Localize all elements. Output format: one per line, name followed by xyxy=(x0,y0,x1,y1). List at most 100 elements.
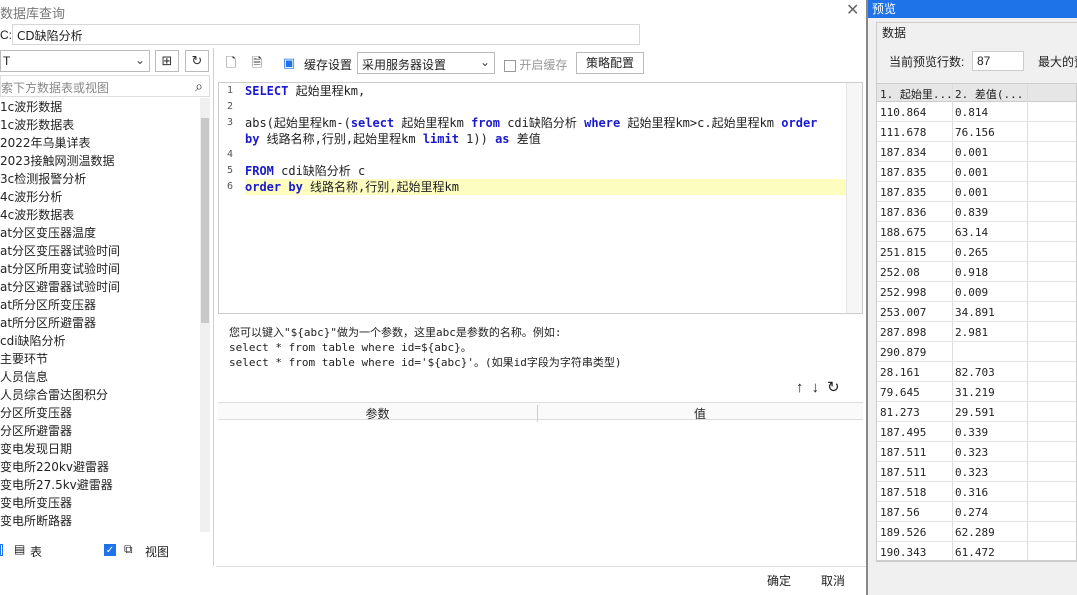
move-down-icon[interactable]: ↓ xyxy=(812,379,820,396)
table-list-item[interactable]: at所分区所避雷器 xyxy=(0,314,200,332)
table-list-item[interactable]: 1c波形数据 xyxy=(0,98,200,116)
table-list-item[interactable]: 4c波形数据表 xyxy=(0,206,200,224)
table-list-item[interactable]: at分区变压器温度 xyxy=(0,224,200,242)
line-number: 6 xyxy=(227,181,234,192)
preview-row[interactable]: 252.998 0.009 xyxy=(877,282,1076,302)
preview-row[interactable]: 188.675 63.14 xyxy=(877,222,1076,242)
sql-editor[interactable]: 1 2 3 4 5 6 SELECT 起始里程km, abs(起始里程km-(s… xyxy=(218,82,863,314)
preview-row[interactable]: 287.898 2.981 xyxy=(877,322,1076,342)
preview-row[interactable]: 190.343 61.472 xyxy=(877,542,1076,560)
code-line: abs(起始里程km-(select 起始里程km from cdi缺陷分析 w… xyxy=(245,116,818,130)
preview-row[interactable]: 111.678 76.156 xyxy=(877,122,1076,142)
edit-datasource-button[interactable]: ⊞ xyxy=(155,50,179,72)
table-list-item[interactable]: 1c波形数据表 xyxy=(0,116,200,134)
cancel-button[interactable]: 取消 xyxy=(813,570,853,590)
table-list-item[interactable]: at分区所用变试验时间 xyxy=(0,260,200,278)
cell-difference: 0.918 xyxy=(955,266,989,279)
preview-row[interactable]: 189.526 62.289 xyxy=(877,522,1076,542)
preview-row[interactable]: 187.835 0.001 xyxy=(877,182,1076,202)
preview-row[interactable]: 251.815 0.265 xyxy=(877,242,1076,262)
enable-cache-checkbox[interactable]: 开启缓存 xyxy=(504,56,567,73)
ok-button[interactable]: 确定 xyxy=(759,570,799,590)
sql-code[interactable]: SELECT 起始里程km, abs(起始里程km-(select 起始里程km… xyxy=(245,83,847,313)
close-icon[interactable]: ✕ xyxy=(846,0,859,20)
document-icon[interactable]: 🗎 xyxy=(248,54,266,72)
cell-start-km: 190.343 xyxy=(880,546,927,559)
chevron-down-icon: ⌄ xyxy=(134,53,145,67)
cache-server-select[interactable]: 采用服务器设置 ⌄ xyxy=(357,52,495,74)
policy-config-button[interactable]: 策略配置 xyxy=(576,52,644,74)
code-line: SELECT 起始里程km, xyxy=(245,84,366,98)
column-header[interactable]: 1. 起始里... xyxy=(880,86,953,102)
table-list-item[interactable]: cdi缺陷分析 xyxy=(0,332,200,350)
table-browser: T ⌄ ⊞ ↻ 索下方数据表或视图 ⌕ 1c波形数据 1c波形数据表 2022年乌巢… xyxy=(0,48,214,566)
chevron-down-icon: ⌄ xyxy=(479,55,490,69)
table-list-item[interactable]: at所分区所变压器 xyxy=(0,296,200,314)
editor-scrollbar[interactable] xyxy=(846,83,862,313)
preview-title: 预览 xyxy=(868,0,1077,18)
table-checkbox[interactable] xyxy=(0,544,3,556)
cache-server-value: 采用服务器设置 xyxy=(362,58,447,72)
table-icon: ▤ xyxy=(14,542,26,556)
table-list-item[interactable]: 变电所27.5kv避雷器 xyxy=(0,476,200,494)
cell-start-km: 28.161 xyxy=(880,366,920,379)
table-list-item[interactable]: 4c波形分析 xyxy=(0,188,200,206)
preview-row[interactable]: 79.645 31.219 xyxy=(877,382,1076,402)
preview-row[interactable]: 187.518 0.316 xyxy=(877,482,1076,502)
preview-icon[interactable]: 🗋 xyxy=(222,54,240,72)
preview-grid-header: 1. 起始里... 2. 差值(... xyxy=(877,84,1076,102)
table-list-scrollbar[interactable] xyxy=(200,98,210,532)
preview-row[interactable]: 187.495 0.339 xyxy=(877,422,1076,442)
refresh-button[interactable]: ↻ xyxy=(185,50,209,72)
cell-start-km: 81.273 xyxy=(880,406,920,419)
preview-row[interactable]: 110.864 0.814 xyxy=(877,102,1076,122)
column-header[interactable]: 2. 差值(... xyxy=(955,86,1023,102)
view-icon: ⧉ xyxy=(124,542,133,556)
edit-icon: ⊞ xyxy=(161,53,173,68)
preview-row[interactable]: 187.836 0.839 xyxy=(877,202,1076,222)
table-list-item[interactable]: at分区变压器试验时间 xyxy=(0,242,200,260)
preview-row[interactable]: 253.007 34.891 xyxy=(877,302,1076,322)
preview-row[interactable]: 290.879 xyxy=(877,342,1076,362)
move-up-icon[interactable]: ↑ xyxy=(796,379,804,396)
cell-difference: 34.891 xyxy=(955,306,995,319)
search-input[interactable]: 索下方数据表或视图 ⌕ xyxy=(0,75,210,97)
cell-difference: 31.219 xyxy=(955,386,995,399)
table-list-item[interactable]: 2022年乌巢详表 xyxy=(0,134,200,152)
table-list-item[interactable]: 人员信息 xyxy=(0,368,200,386)
save-icon[interactable]: ▣ xyxy=(280,54,298,72)
table-list-item[interactable]: 人员综合雷达图积分 xyxy=(0,386,200,404)
table-list-item[interactable]: 分区所变压器 xyxy=(0,404,200,422)
table-list-item[interactable]: 2023接触网测温数据 xyxy=(0,152,200,170)
table-list-item[interactable]: 变电所220kv避雷器 xyxy=(0,458,200,476)
preview-row[interactable]: 187.834 0.001 xyxy=(877,142,1076,162)
preview-row[interactable]: 28.161 82.703 xyxy=(877,362,1076,382)
refresh-icon: ↻ xyxy=(191,53,203,68)
table-list-item[interactable]: at分区避雷器试验时间 xyxy=(0,278,200,296)
preview-row[interactable]: 187.511 0.323 xyxy=(877,462,1076,482)
preview-row[interactable]: 252.08 0.918 xyxy=(877,262,1076,282)
view-checkbox[interactable]: ✓ xyxy=(104,544,116,556)
datasource-select[interactable]: T ⌄ xyxy=(0,50,150,72)
table-list-item[interactable]: 变电发现日期 xyxy=(0,440,200,458)
preview-row[interactable]: 187.835 0.001 xyxy=(877,162,1076,182)
table-list-item[interactable]: 3c检测报警分析 xyxy=(0,170,200,188)
table-list-item[interactable]: 变电所变压器 xyxy=(0,494,200,512)
window-title: 数据库查询 xyxy=(0,6,66,21)
table-list-item[interactable]: 主要环节 xyxy=(0,350,200,368)
refresh-icon[interactable]: ↻ xyxy=(827,379,840,396)
code-line: by 线路名称,行别,起始里程km limit 1)) as 差值 xyxy=(245,132,541,146)
name-input[interactable]: CD缺陷分析 xyxy=(12,24,640,45)
name-row: C: CD缺陷分析 xyxy=(0,24,650,46)
cell-difference: 0.814 xyxy=(955,106,989,119)
preview-rows-input[interactable]: 87 xyxy=(972,51,1024,71)
search-icon[interactable]: ⌕ xyxy=(195,78,203,95)
cell-start-km: 187.834 xyxy=(880,146,927,159)
table-list-item[interactable]: 分区所避雷器 xyxy=(0,422,200,440)
preview-row[interactable]: 81.273 29.591 xyxy=(877,402,1076,422)
preview-grid[interactable]: 1. 起始里... 2. 差值(... 110.864 0.814 111.678 7… xyxy=(876,83,1077,561)
max-preview-label: 最大的预 xyxy=(1038,55,1077,69)
table-list-item[interactable]: 变电所断路器 xyxy=(0,512,200,530)
preview-row[interactable]: 187.511 0.323 xyxy=(877,442,1076,462)
preview-row[interactable]: 187.56 0.274 xyxy=(877,502,1076,522)
